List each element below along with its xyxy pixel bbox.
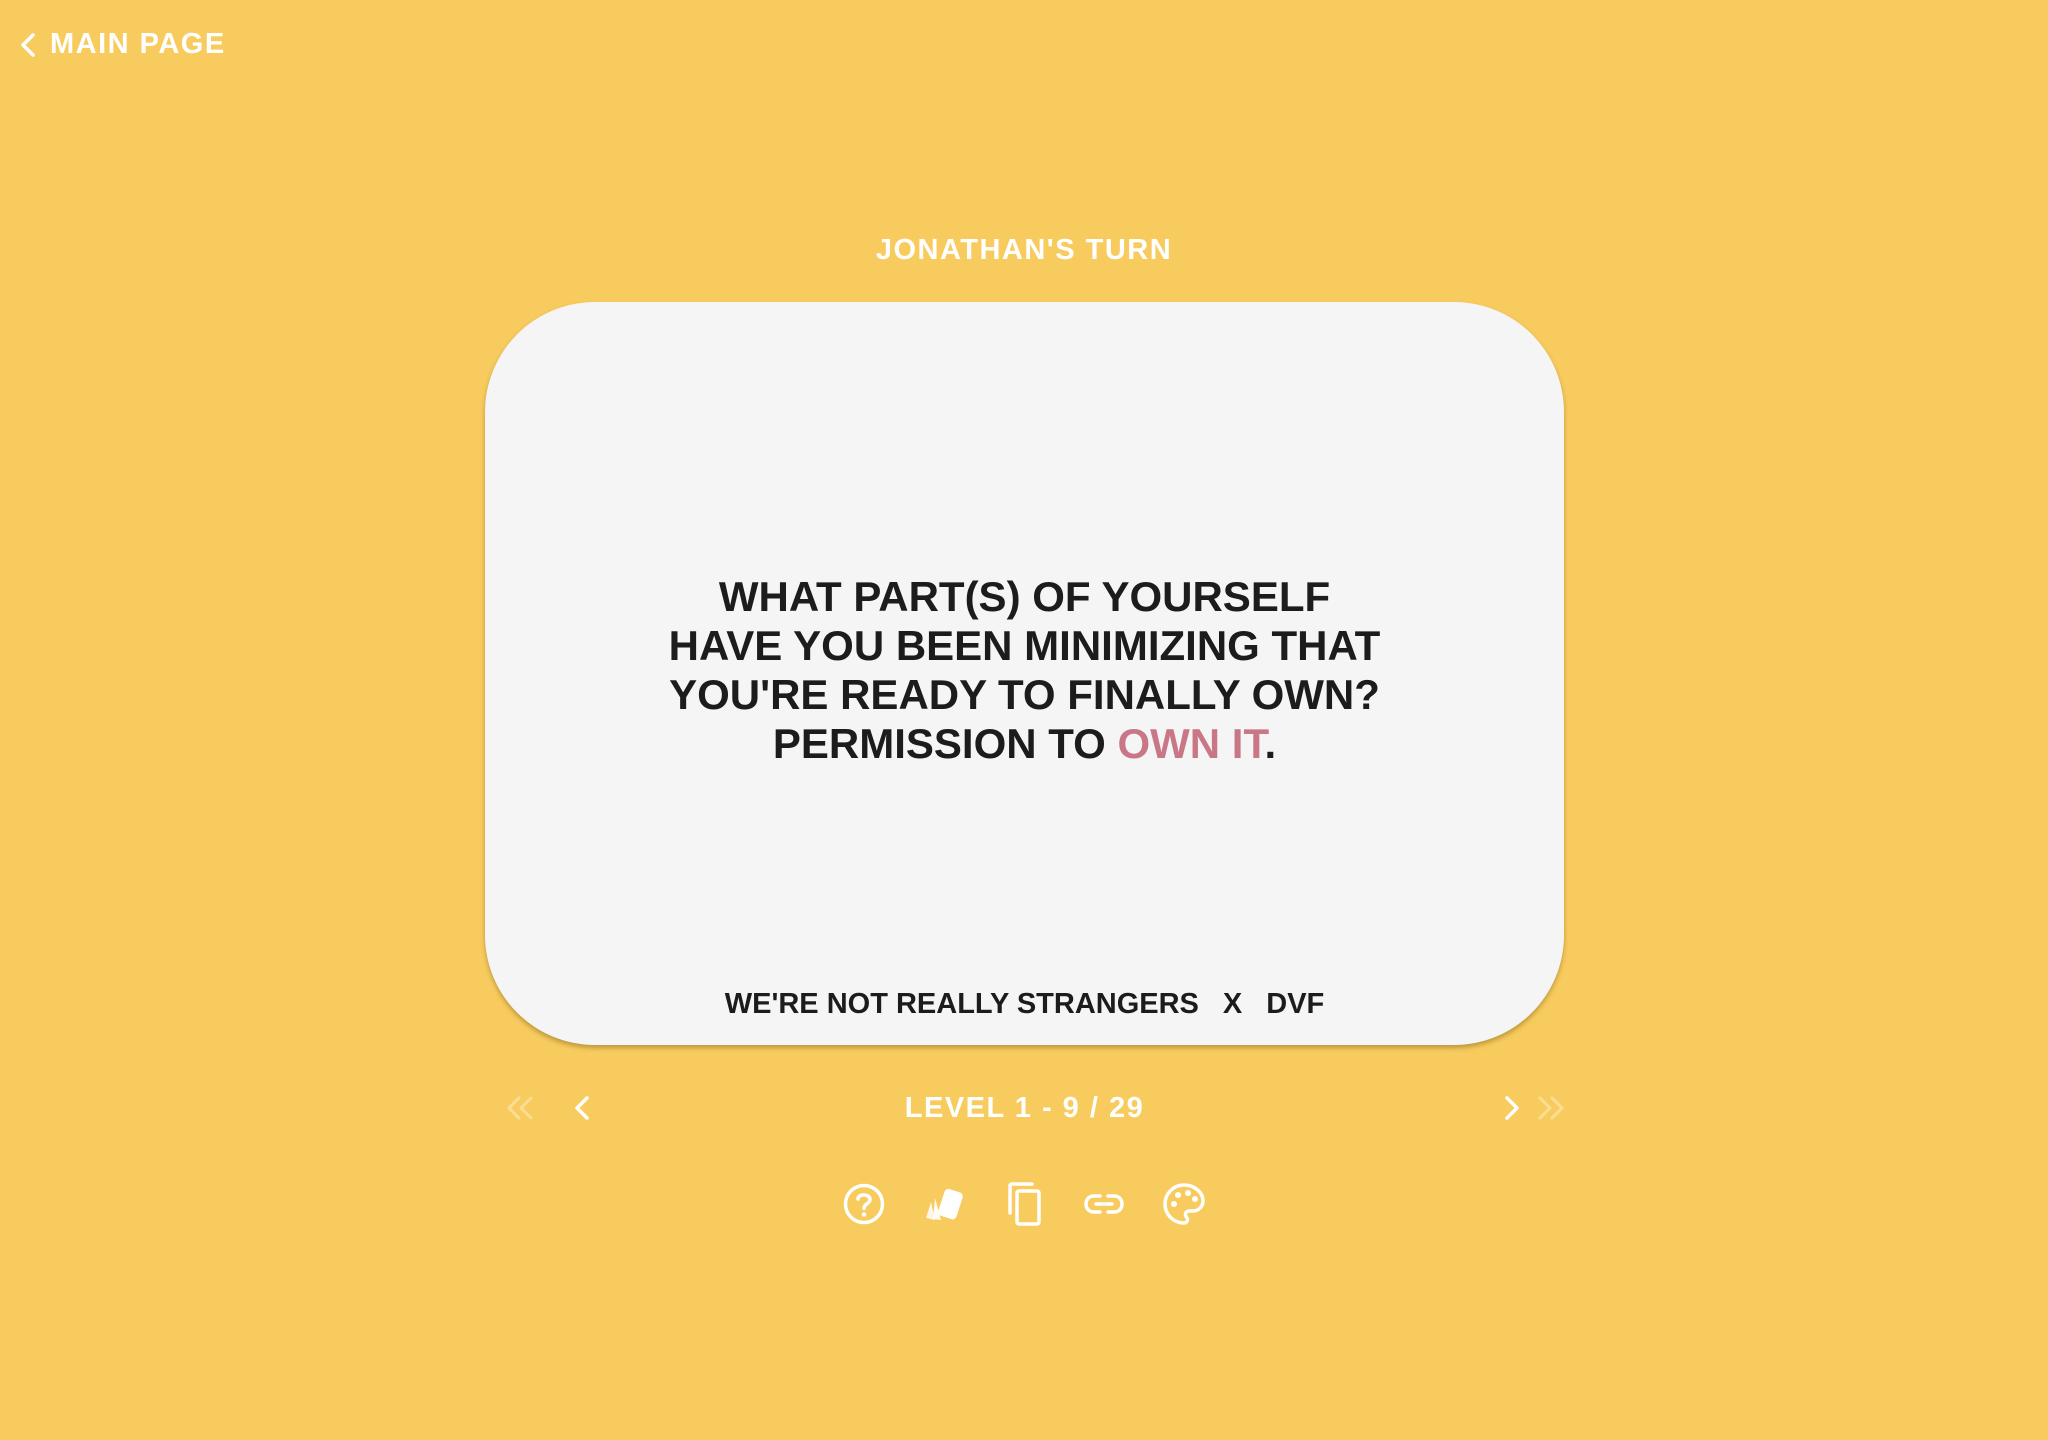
help-button[interactable] [840,1180,888,1228]
copy-button[interactable] [1000,1180,1048,1228]
level-indicator: LEVEL 1 - 9 / 29 [904,1092,1145,1124]
question-highlight: OWN IT [1117,720,1265,767]
turn-label: JONATHAN'S TURN [875,234,1173,266]
cards-button[interactable] [920,1180,968,1228]
help-icon [842,1182,886,1226]
theme-button[interactable] [1160,1180,1208,1228]
brand-separator: X [1222,988,1243,1020]
card-footer: WE'RE NOT REALLY STRANGERS X DVF [485,988,1564,1021]
game-page: MAIN PAGE JONATHAN'S TURN WHAT PART(S) O… [0,0,2048,1440]
question-text: WHAT PART(S) OF YOURSELF HAVE YOU BEEN M… [605,572,1444,768]
main-page-link[interactable]: MAIN PAGE [20,28,226,61]
copy-icon [1002,1180,1046,1228]
collab-name: DVF [1266,988,1325,1020]
chevron-left-icon [20,32,36,58]
question-final-suffix: . [1264,720,1277,767]
card-toolbar [0,1180,2048,1228]
question-line: WHAT PART(S) OF YOURSELF [718,573,1331,620]
question-final-prefix: PERMISSION TO [772,720,1118,767]
main-page-label: MAIN PAGE [50,28,226,60]
cards-icon [921,1182,967,1226]
question-line: YOU'RE READY TO FINALLY OWN? [669,671,1380,718]
question-line: HAVE YOU BEEN MINIMIZING THAT [668,622,1381,669]
palette-icon [1162,1182,1206,1226]
chevron-right-icon [1504,1095,1520,1126]
question-card: WHAT PART(S) OF YOURSELF HAVE YOU BEEN M… [485,302,1564,1045]
double-chevron-right-icon [1535,1095,1565,1126]
last-card-button[interactable] [1528,1088,1572,1132]
link-icon [1082,1182,1126,1226]
card-navigation: LEVEL 1 - 9 / 29 [485,1088,1564,1132]
brand-name: WE'RE NOT REALLY STRANGERS [724,988,1199,1020]
question-final-line: PERMISSION TO OWN IT. [605,719,1444,768]
share-link-button[interactable] [1080,1180,1128,1228]
